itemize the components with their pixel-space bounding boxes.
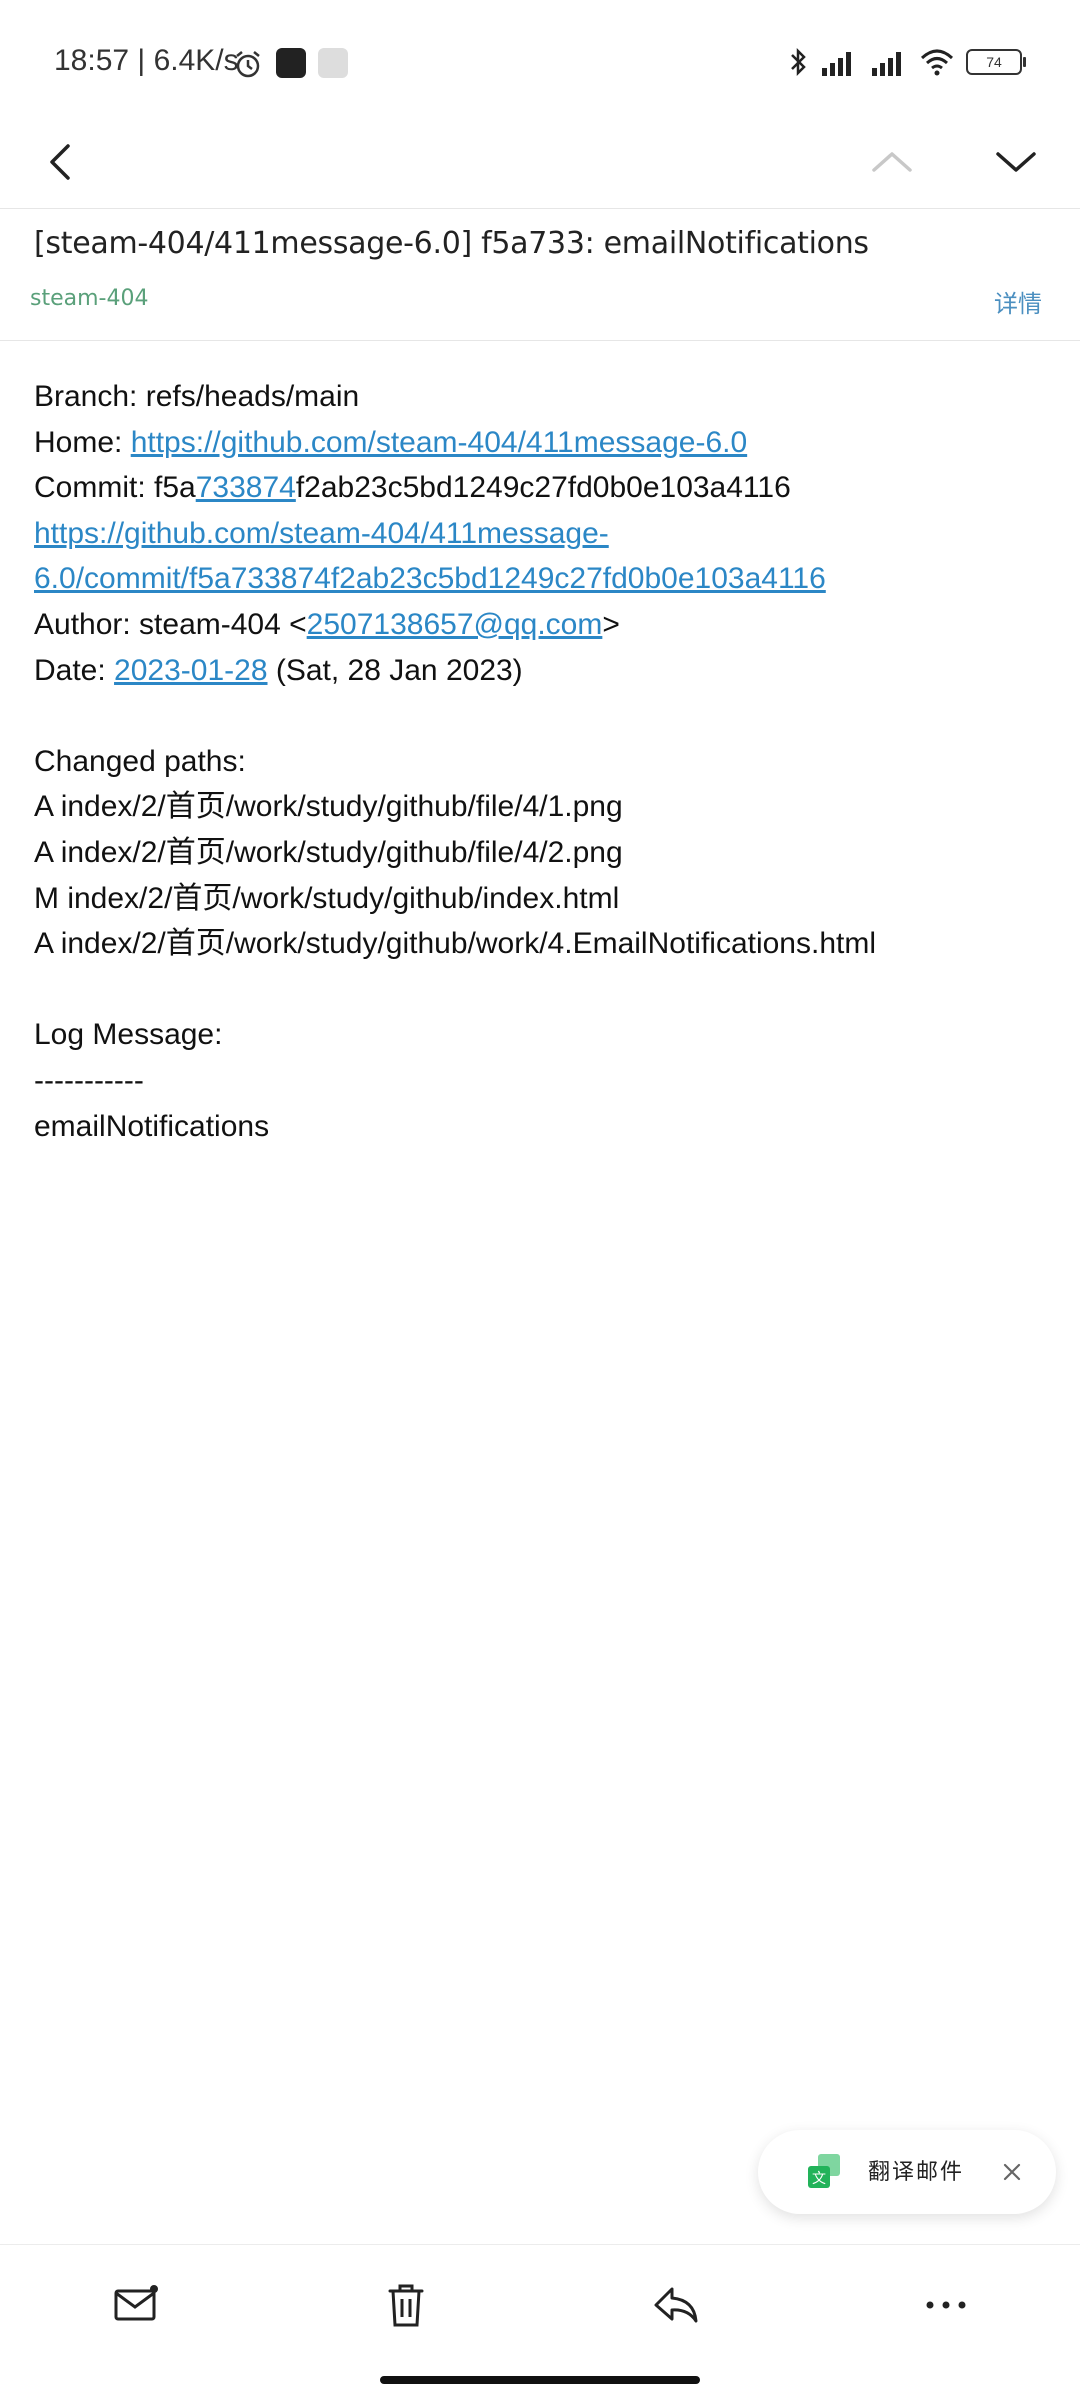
status-right-icons: 74 xyxy=(788,46,1026,78)
nav-bar xyxy=(0,120,1080,210)
home-line: Home: https://github.com/steam-404/411me… xyxy=(34,425,748,459)
more-icon[interactable] xyxy=(916,2275,976,2335)
qq-icon xyxy=(318,48,348,78)
branch-value: refs/heads/main xyxy=(145,380,360,413)
email-body: Branch: refs/heads/main Home: https://gi… xyxy=(34,374,1054,1149)
bottom-action-bar xyxy=(0,2244,1080,2365)
details-link[interactable]: 详情 xyxy=(994,284,1042,319)
battery-indicator: 74 xyxy=(966,49,1026,75)
mark-unread-icon[interactable] xyxy=(106,2275,166,2335)
signal-icon-1 xyxy=(822,52,851,76)
network-speed: 6.4K/s xyxy=(153,44,239,77)
up-arrow-icon[interactable] xyxy=(862,132,922,192)
log-message-heading: Log Message: xyxy=(34,1018,223,1052)
changed-path-item: A index/2/首页/work/study/github/file/4/2.… xyxy=(34,835,623,869)
signal-icon-2 xyxy=(872,52,901,76)
commit-url-link-part-2[interactable]: 6.0/commit/f5a733874f2ab23c5bd1249c27fd0… xyxy=(34,562,826,595)
alarm-icon xyxy=(236,51,260,78)
commit-url-link-part-1[interactable]: https://github.com/steam-404/411message- xyxy=(34,517,609,550)
subject-divider xyxy=(0,340,1080,341)
branch-line: Branch: refs/heads/main xyxy=(34,380,360,413)
translate-email-chip[interactable]: 文 翻译邮件 xyxy=(758,2130,1056,2214)
changed-path-item: M index/2/首页/work/study/github/index.htm… xyxy=(34,881,620,915)
home-indicator[interactable] xyxy=(380,2376,700,2384)
translate-icon: 文 xyxy=(808,2154,840,2188)
back-icon[interactable] xyxy=(32,132,92,192)
author-line: Author: steam-404 <2507138657@qq.com> xyxy=(34,607,620,641)
log-separator: ----------- xyxy=(34,1063,144,1097)
email-subject: [steam-404/411message-6.0] f5a733: email… xyxy=(34,226,869,261)
author-email-link[interactable]: 2507138657@qq.com xyxy=(307,608,603,641)
log-message: emailNotifications xyxy=(34,1109,270,1143)
translate-label: 翻译邮件 xyxy=(868,2160,965,2185)
wifi-icon xyxy=(920,49,954,76)
commit-hash-link[interactable]: 733874 xyxy=(196,471,296,504)
bluetooth-icon xyxy=(791,47,806,77)
date-link[interactable]: 2023-01-28 xyxy=(114,654,267,687)
changed-path-item: A index/2/首页/work/study/github/file/4/1.… xyxy=(34,790,623,824)
down-arrow-icon[interactable] xyxy=(986,132,1046,192)
clock: 18:57 xyxy=(54,44,130,77)
home-link[interactable]: https://github.com/steam-404/411message-… xyxy=(131,426,747,459)
commit-line: Commit: f5a733874f2ab23c5bd1249c27fd0b0e… xyxy=(34,471,791,505)
status-bar: 18:57 | 6.4K/s 74 xyxy=(0,0,1080,130)
commit-url-line-2: 6.0/commit/f5a733874f2ab23c5bd1249c27fd0… xyxy=(34,556,1054,602)
email-sender[interactable]: steam-404 xyxy=(30,286,148,311)
svg-text:文: 文 xyxy=(812,2171,826,2187)
header-divider xyxy=(0,208,1080,209)
status-time-speed: 18:57 | 6.4K/s xyxy=(54,44,239,77)
commit-url-line-1: https://github.com/steam-404/411message- xyxy=(34,511,1054,557)
status-app-icons xyxy=(232,48,348,80)
changed-path-item: A index/2/首页/work/study/github/work/4.Em… xyxy=(34,927,877,961)
date-line: Date: 2023-01-28 (Sat, 28 Jan 2023) xyxy=(34,653,523,687)
music-app-icon xyxy=(276,48,306,78)
changed-paths-heading: Changed paths: xyxy=(34,744,246,778)
trash-icon[interactable] xyxy=(376,2275,436,2335)
reply-icon[interactable] xyxy=(646,2275,706,2335)
close-icon[interactable] xyxy=(998,2158,1026,2186)
